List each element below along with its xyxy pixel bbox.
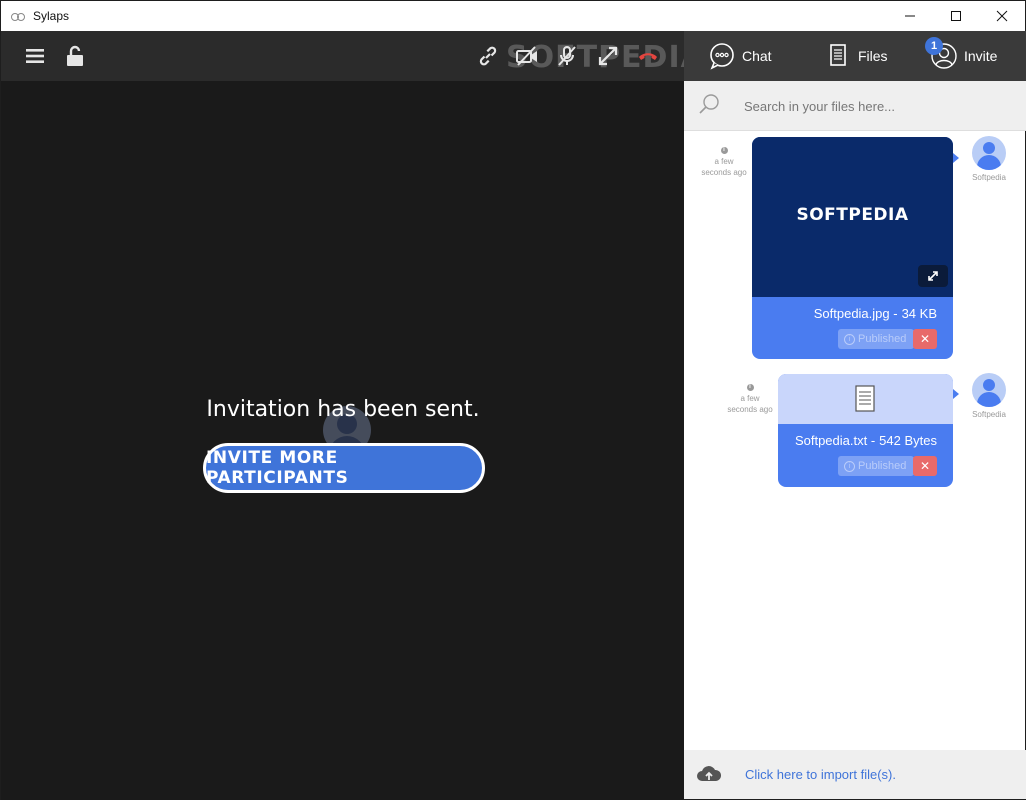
text-thumbnail[interactable] (778, 374, 953, 424)
side-panel: Chat Files Invite 1 i a few seconds ago … (684, 31, 1026, 800)
close-icon (996, 10, 1008, 22)
import-bar: Click here to import file(s). (684, 750, 1026, 800)
call-toolbar: SOFTPEDIA (1, 31, 704, 81)
user-name: Softpedia (972, 410, 1006, 419)
published-status-badge: i Published (838, 329, 914, 349)
info-icon: i (720, 147, 728, 154)
tab-invite-label: Invite (964, 48, 998, 64)
tab-chat[interactable]: Chat (708, 31, 772, 81)
tab-files-label: Files (858, 48, 888, 64)
delete-file-button[interactable]: ✕ (913, 329, 937, 349)
user-name: Softpedia (972, 173, 1006, 182)
message-timestamp: i a few seconds ago (727, 384, 773, 414)
import-files-link[interactable]: Click here to import file(s). (745, 767, 896, 782)
maximize-icon (951, 11, 961, 21)
file-name: Softpedia.jpg -34 KB (813, 306, 937, 321)
app-icon (11, 11, 25, 21)
document-icon (830, 44, 846, 66)
text-file-icon (855, 385, 875, 412)
video-area: SOFTPEDIA Invitation has been sent. INVI… (0, 31, 704, 800)
hangup-icon[interactable] (634, 42, 662, 70)
invite-more-participants-button[interactable]: INVITE MORE PARTICIPANTS (203, 443, 485, 493)
title-bar: Sylaps (0, 0, 1026, 31)
maximize-button[interactable] (933, 1, 979, 31)
expand-image-button[interactable] (918, 265, 948, 287)
search-bar (684, 81, 1026, 131)
panel-tabs: Chat Files Invite 1 (684, 31, 1026, 81)
fullscreen-icon[interactable] (594, 42, 622, 70)
thumbnail-logo-text: SOFTPEDIA (796, 205, 909, 225)
tab-files[interactable]: Files (824, 31, 888, 81)
user-avatar (972, 136, 1006, 170)
cloud-upload-icon[interactable] (696, 763, 722, 785)
close-button[interactable] (979, 1, 1025, 31)
window-title: Sylaps (33, 9, 70, 23)
info-circle-icon: i (844, 333, 855, 345)
mic-off-icon[interactable] (553, 42, 581, 70)
minimize-button[interactable] (887, 1, 933, 31)
published-status-badge: i Published (838, 456, 914, 476)
minimize-icon (905, 15, 915, 17)
chat-bubble-icon (710, 43, 734, 70)
tab-chat-label: Chat (742, 48, 772, 64)
image-thumbnail[interactable]: SOFTPEDIA (752, 137, 953, 297)
user-avatar (972, 373, 1006, 407)
file-name: Softpedia.txt -542 Bytes (794, 433, 937, 448)
search-icon (699, 94, 719, 114)
file-size: 542 Bytes (879, 433, 937, 448)
unlock-icon[interactable] (61, 42, 89, 70)
file-size: 34 KB (901, 306, 937, 321)
search-input[interactable] (744, 93, 1004, 119)
file-card-image[interactable]: SOFTPEDIA Softpedia.jpg -34 KB i Publishe… (752, 137, 953, 359)
file-card-text[interactable]: Softpedia.txt -542 Bytes i Published ✕ (778, 374, 953, 487)
video-off-icon[interactable] (513, 42, 541, 70)
invitation-message: Invitation has been sent. (206, 397, 480, 422)
info-icon: i (746, 384, 754, 391)
window-controls (887, 1, 1025, 31)
card-pointer (953, 153, 959, 163)
card-pointer (953, 389, 959, 399)
invite-count-badge: 1 (925, 37, 943, 55)
info-circle-icon: i (844, 460, 855, 472)
expand-icon (928, 271, 938, 281)
link-icon[interactable] (474, 42, 502, 70)
delete-file-button[interactable]: ✕ (913, 456, 937, 476)
menu-icon[interactable] (21, 42, 49, 70)
message-timestamp: i a few seconds ago (701, 147, 747, 177)
